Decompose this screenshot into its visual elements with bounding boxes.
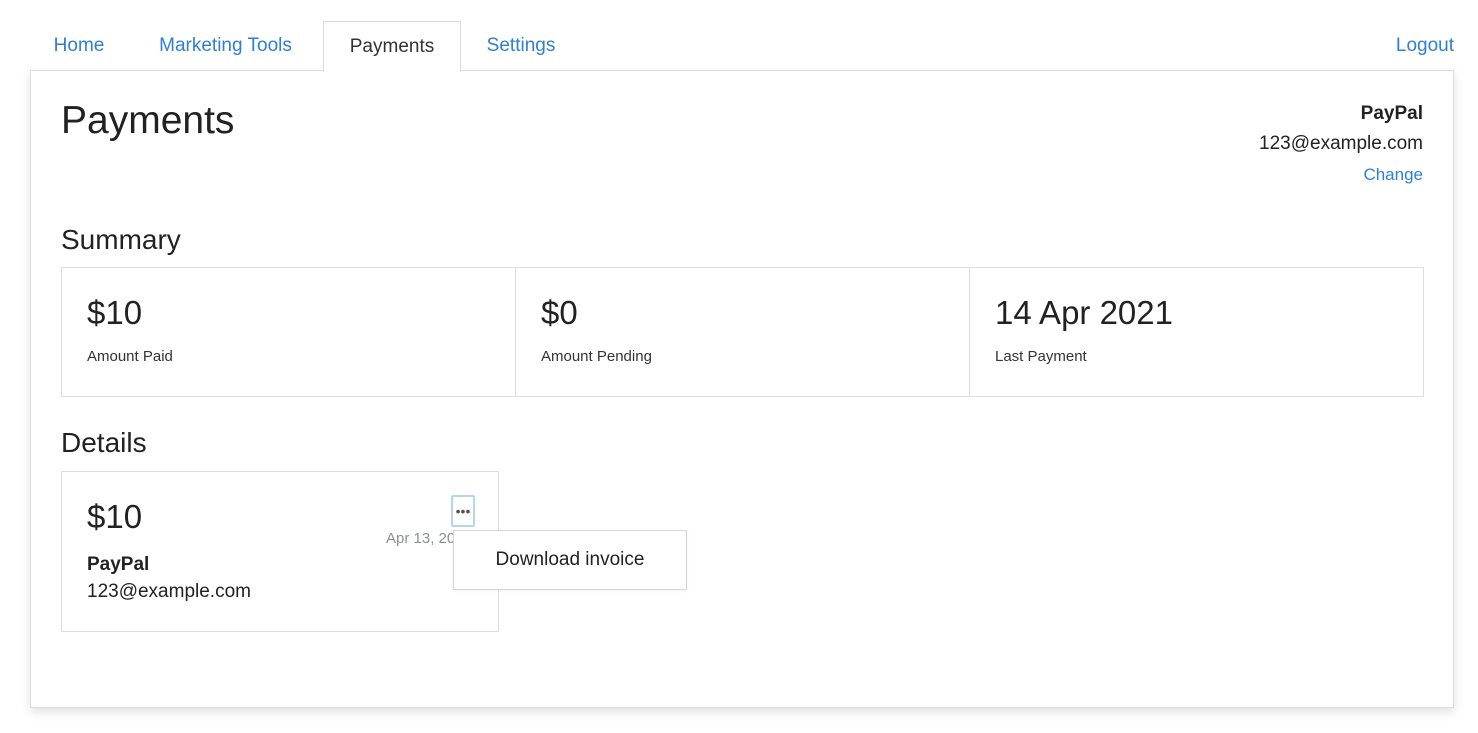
tab-marketing-tools[interactable]: Marketing Tools <box>128 21 323 71</box>
tab-settings[interactable]: Settings <box>461 21 581 71</box>
change-link[interactable]: Change <box>1259 165 1423 185</box>
tab-home[interactable]: Home <box>30 21 128 71</box>
more-options-button[interactable]: ••• <box>451 495 475 527</box>
payment-date: Apr 13, 2021 <box>386 530 456 547</box>
summary-value: 14 Apr 2021 <box>995 294 1173 331</box>
summary-amount-pending: $0 Amount Pending <box>516 268 970 396</box>
payments-panel: Payments PayPal 123@example.com Change S… <box>30 70 1454 708</box>
page-title: Payments <box>61 99 235 142</box>
payment-amount: $10 <box>87 498 143 535</box>
summary-grid: $10 Amount Paid $0 Amount Pending 14 Apr… <box>61 267 1424 397</box>
summary-label: Amount Pending <box>541 348 652 365</box>
top-nav: Home Marketing Tools Payments Settings L… <box>30 21 1454 72</box>
logout-link[interactable]: Logout <box>1396 21 1454 71</box>
details-heading: Details <box>61 427 147 458</box>
account-provider: PayPal <box>1360 103 1423 124</box>
tab-payments[interactable]: Payments <box>323 21 461 72</box>
summary-last-payment: 14 Apr 2021 Last Payment <box>970 268 1423 396</box>
payment-card: $10 Apr 13, 2021 PayPal 123@example.com … <box>61 471 499 632</box>
summary-label: Last Payment <box>995 348 1087 365</box>
summary-value: $0 <box>541 294 578 331</box>
payment-email: 123@example.com <box>87 581 251 602</box>
payment-provider: PayPal <box>87 554 150 575</box>
summary-heading: Summary <box>61 224 181 255</box>
summary-value: $10 <box>87 294 143 331</box>
summary-label: Amount Paid <box>87 348 173 365</box>
summary-amount-paid: $10 Amount Paid <box>62 268 516 396</box>
download-invoice-menu-item[interactable]: Download invoice <box>453 530 687 590</box>
payment-account: PayPal 123@example.com Change <box>1259 103 1423 185</box>
ellipsis-icon: ••• <box>455 503 471 519</box>
account-email: 123@example.com <box>1259 133 1423 154</box>
